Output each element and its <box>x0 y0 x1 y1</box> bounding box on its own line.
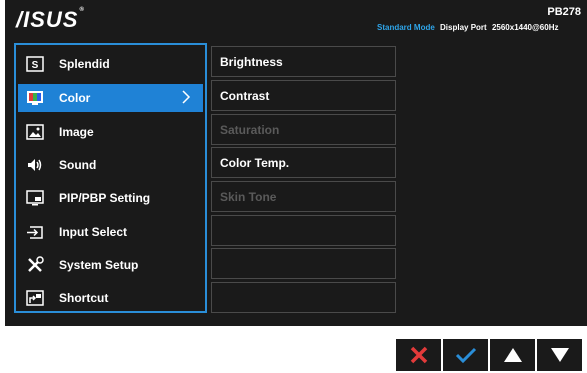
image-icon <box>23 122 47 142</box>
menu-item-color[interactable]: Color <box>18 84 203 112</box>
menu-item-pip-pbp[interactable]: PIP/PBP Setting <box>18 184 203 212</box>
sub-item-empty <box>211 282 396 313</box>
sub-menu: Brightness Contrast Saturation Color Tem… <box>211 43 403 313</box>
mode-name: Standard <box>377 23 412 32</box>
sub-item-brightness[interactable]: Brightness <box>211 46 396 77</box>
menu-item-sound[interactable]: Sound <box>18 151 203 179</box>
model-name: PB278 <box>547 6 581 18</box>
wrench-screwdriver-icon <box>23 255 47 275</box>
input-source: Display Port <box>440 23 487 32</box>
cancel-button[interactable] <box>396 339 441 371</box>
sub-item-empty <box>211 248 396 279</box>
sub-item-skin-tone: Skin Tone <box>211 181 396 212</box>
svg-text:S: S <box>32 60 39 71</box>
sub-item-empty <box>211 215 396 246</box>
menu-item-shortcut[interactable]: Shortcut <box>18 284 203 312</box>
nav-button-bar <box>396 339 584 371</box>
arrow-down-icon <box>550 348 569 362</box>
sub-item-color-temp[interactable]: Color Temp. <box>211 147 396 178</box>
close-icon <box>410 346 427 364</box>
menu-item-system-setup[interactable]: System Setup <box>18 251 203 279</box>
osd-panel: /ISUS® PB278 Standard Mode Display Port … <box>5 0 587 326</box>
status-bar: Standard Mode Display Port 2560x1440@60H… <box>377 23 558 32</box>
main-menu: S Splendid Color Image Sound PIP/PBP Set… <box>14 43 207 313</box>
menu-item-splendid[interactable]: S Splendid <box>18 50 203 78</box>
chevron-right-icon <box>181 90 191 107</box>
mode-label: Mode <box>413 23 435 32</box>
shortcut-icon <box>23 288 47 308</box>
up-button[interactable] <box>490 339 535 371</box>
splendid-icon: S <box>23 54 47 74</box>
down-button[interactable] <box>537 339 582 371</box>
checkmark-icon <box>455 347 476 364</box>
input-select-icon <box>23 222 47 242</box>
color-icon <box>23 88 47 108</box>
speaker-icon <box>23 155 47 175</box>
asus-logo: /ISUS® <box>16 7 85 32</box>
resolution: 2560x1440@60Hz <box>491 23 559 32</box>
menu-item-input-select[interactable]: Input Select <box>18 218 203 246</box>
arrow-up-icon <box>503 348 522 362</box>
sub-item-contrast[interactable]: Contrast <box>211 80 396 111</box>
menu-item-image[interactable]: Image <box>18 118 203 146</box>
sub-item-saturation: Saturation <box>211 114 396 145</box>
confirm-button[interactable] <box>443 339 488 371</box>
pip-icon <box>23 188 47 208</box>
